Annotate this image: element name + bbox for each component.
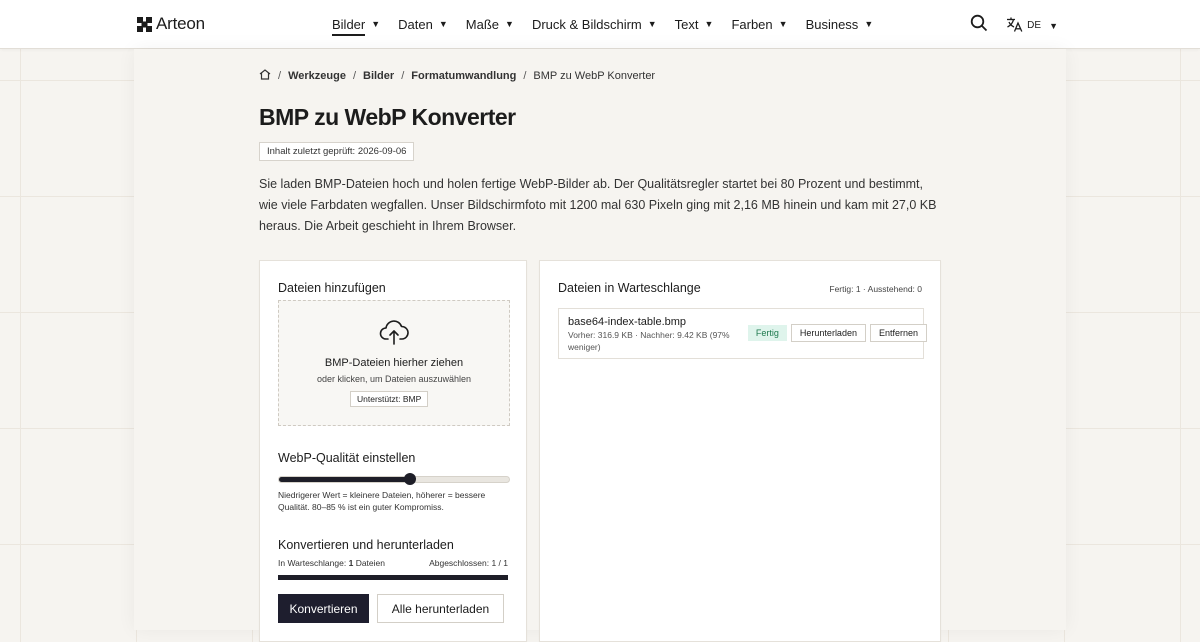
nav-label: Text: [674, 16, 699, 32]
convert-button[interactable]: Konvertieren: [278, 594, 369, 623]
conversion-progress-fill: [278, 575, 508, 580]
file-name: base64-index-table.bmp: [568, 316, 687, 328]
breadcrumb-formatumwandlung[interactable]: Formatumwandlung: [411, 70, 516, 82]
top-header: Arteon Bilder ▼ Daten ▼ Maße ▼ Druck & B…: [0, 0, 1200, 49]
conversion-progress-bar: [278, 575, 508, 580]
nav-item-text[interactable]: Text ▼: [675, 0, 714, 48]
remove-button[interactable]: Entfernen: [869, 324, 927, 342]
breadcrumb-bilder[interactable]: Bilder: [363, 70, 394, 82]
language-switcher[interactable]: DE ▼: [1006, 17, 1058, 35]
intro-text: Sie laden BMP-Dateien hoch und holen fer…: [259, 177, 937, 233]
download-all-button[interactable]: Alle herunterladen: [377, 594, 504, 623]
queue-count-prefix: In Warteschlange:: [278, 558, 347, 568]
review-date-badge: Inhalt zuletzt geprüft: 2026-09-06: [259, 142, 415, 161]
file-size-info: Vorher: 316.9 KB · Nachher: 9.42 KB (97%…: [568, 330, 730, 352]
quality-slider[interactable]: [278, 473, 510, 485]
quality-slider-thumb[interactable]: [404, 473, 417, 485]
caret-down-icon: ▼: [371, 19, 381, 29]
breadcrumb-current: BMP zu WebP Konverter: [533, 70, 656, 82]
queue-count-unit: Dateien: [355, 558, 385, 568]
nav-item-business[interactable]: Business ▼: [806, 0, 874, 48]
queue-count-number: 1: [348, 558, 354, 568]
completed-count: Abgeschlossen: 1 / 1: [429, 558, 508, 568]
caret-down-icon: ▼: [864, 19, 874, 29]
home-icon[interactable]: [259, 69, 271, 83]
main-nav: Bilder ▼ Daten ▼ Maße ▼ Druck & Bildschi…: [332, 0, 891, 48]
dropzone-subtitle: oder klicken, um Dateien auszuwählen: [316, 374, 472, 384]
nav-label: Daten: [398, 16, 433, 32]
queue-status-line: In Warteschlange: 1 Dateien Abgeschlosse…: [278, 558, 508, 568]
nav-item-farben[interactable]: Farben ▼: [731, 0, 787, 48]
brand-name: Arteon: [156, 14, 205, 33]
download-button[interactable]: Herunterladen: [790, 324, 866, 342]
brand-logo-mark: [137, 16, 152, 32]
upload-panel: Dateien hinzufügen BMP-Dateien hierher z…: [259, 260, 527, 642]
supported-formats-badge: Unterstützt: BMP: [350, 391, 429, 407]
header-actions: DE ▼: [970, 14, 1058, 37]
breadcrumb: / Werkzeuge / Bilder / Formatumwandlung …: [259, 69, 655, 83]
caret-down-icon: ▼: [438, 19, 448, 29]
cloud-upload-icon: [379, 319, 409, 350]
queue-count: In Warteschlange: 1 Dateien: [278, 558, 385, 568]
search-icon[interactable]: [970, 14, 988, 37]
nav-item-druck-bildschirm[interactable]: Druck & Bildschirm ▼: [532, 0, 657, 48]
caret-down-icon: ▼: [778, 19, 788, 29]
convert-section-title: Konvertieren und herunterladen: [278, 538, 454, 552]
caret-down-icon: ▼: [647, 19, 657, 29]
breadcrumb-separator: /: [401, 70, 405, 82]
dropzone-title: BMP-Dateien hierher ziehen: [324, 357, 464, 369]
brand-logo[interactable]: Arteon: [137, 14, 205, 34]
nav-label: Farben: [731, 16, 773, 32]
page-title: BMP zu WebP Konverter: [259, 104, 516, 130]
nav-label: Business: [805, 16, 859, 32]
main-content: / Werkzeuge / Bilder / Formatumwandlung …: [134, 49, 1066, 642]
queue-section-title: Dateien in Warteschlange: [558, 281, 701, 295]
nav-label: Maße: [465, 16, 500, 32]
queue-file-item: base64-index-table.bmp Vorher: 316.9 KB …: [558, 308, 927, 359]
nav-item-bilder[interactable]: Bilder ▼: [332, 0, 380, 48]
quality-section-title: WebP-Qualität einstellen: [278, 451, 416, 465]
upload-section-title: Dateien hinzufügen: [278, 281, 386, 295]
quality-hint: Niedrigerer Wert = kleinere Dateien, höh…: [278, 490, 486, 512]
status-badge: Fertig: [747, 325, 787, 341]
file-actions: Fertig Herunterladen Entfernen: [747, 324, 927, 342]
queue-summary: Fertig: 1 · Ausstehend: 0: [829, 284, 922, 294]
nav-label: Bilder: [332, 17, 366, 36]
breadcrumb-werkzeuge[interactable]: Werkzeuge: [288, 70, 346, 82]
caret-down-icon: ▼: [704, 19, 714, 29]
caret-down-icon: ▼: [505, 19, 514, 29]
file-dropzone[interactable]: BMP-Dateien hierher ziehen oder klicken,…: [278, 300, 510, 426]
caret-down-icon: ▼: [1049, 20, 1058, 31]
quality-slider-fill: [279, 477, 411, 482]
breadcrumb-separator: /: [278, 70, 282, 82]
nav-label: Druck & Bildschirm: [531, 16, 642, 32]
language-code: DE: [1027, 20, 1042, 31]
breadcrumb-separator: /: [523, 70, 527, 82]
nav-item-masse[interactable]: Maße ▼: [466, 0, 514, 48]
translate-icon: [1006, 17, 1023, 35]
nav-item-daten[interactable]: Daten ▼: [398, 0, 448, 48]
queue-panel: Dateien in Warteschlange Fertig: 1 · Aus…: [539, 260, 941, 642]
breadcrumb-separator: /: [352, 70, 356, 82]
